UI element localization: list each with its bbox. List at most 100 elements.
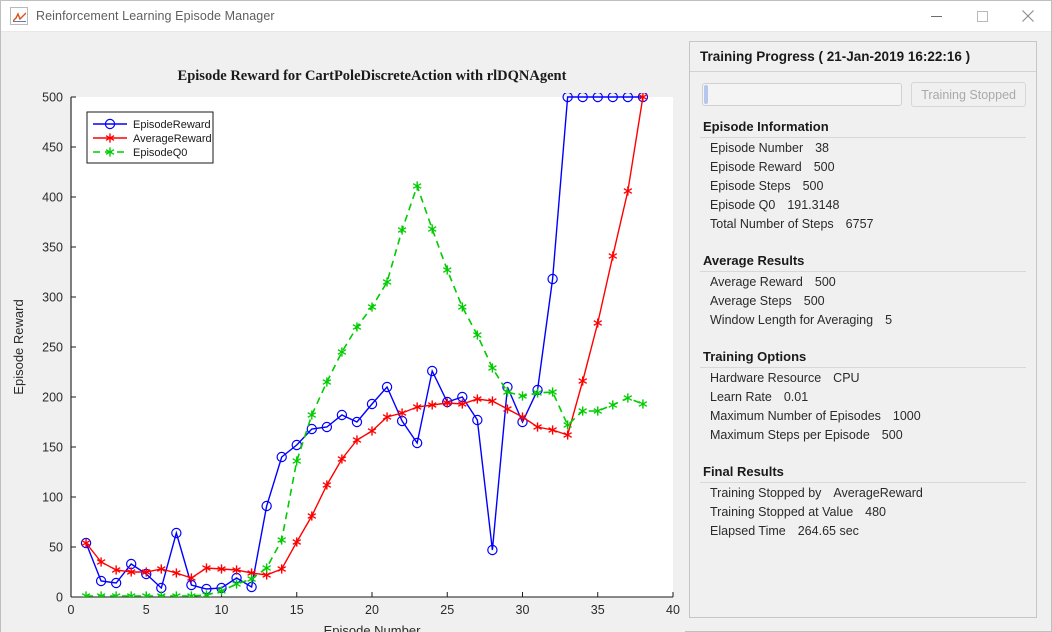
x-tick-label: 35 (591, 603, 605, 617)
window-controls (913, 1, 1051, 32)
info-key: Average Reward (710, 275, 803, 289)
episode-reward-plot: Episode Reward for CartPoleDiscreteActio… (1, 32, 685, 632)
section-title: Episode Information (700, 117, 1026, 138)
panel-section: Average Results Average Reward 500 Average … (700, 251, 1026, 329)
info-value: 500 (881, 428, 903, 442)
maximize-icon (976, 10, 988, 22)
y-tick-label: 200 (42, 391, 63, 405)
window-title: Reinforcement Learning Episode Manager (36, 9, 275, 23)
x-tick-label: 10 (215, 603, 229, 617)
info-value: 38 (815, 141, 830, 155)
info-value: 500 (802, 179, 824, 193)
training-progress-panel: Training Progress ( 21-Jan-2019 16:22:16… (689, 41, 1037, 618)
panel-sections: Episode Information Episode Number 38 Episo… (700, 117, 1026, 540)
chart-title: Episode Reward for CartPoleDiscreteActio… (178, 68, 567, 84)
info-row: Training Stopped by AverageReward (700, 483, 1026, 502)
legend-label-AverageReward: AverageReward (133, 133, 212, 145)
progress-row: Training Stopped (702, 82, 1026, 107)
panel-section: Final Results Training Stopped by AverageR… (700, 462, 1026, 540)
info-row: Window Length for Averaging 5 (700, 310, 1026, 329)
info-key: Maximum Number of Episodes (710, 409, 881, 423)
minimize-button[interactable] (913, 1, 959, 32)
x-tick-label: 5 (143, 603, 150, 617)
info-row: Elapsed Time 264.65 sec (700, 521, 1026, 540)
x-axis-label: Episode Number (324, 623, 421, 632)
info-row: Episode Reward 500 (700, 157, 1026, 176)
matlab-figure-icon (10, 7, 28, 25)
info-key: Window Length for Averaging (710, 313, 874, 327)
x-tick-label: 25 (440, 603, 454, 617)
x-tick-label: 30 (516, 603, 530, 617)
x-tick-label: 20 (365, 603, 379, 617)
maximize-button[interactable] (959, 1, 1005, 32)
info-value: 1000 (892, 409, 921, 423)
info-key: Average Steps (710, 294, 792, 308)
info-value: 480 (865, 505, 887, 519)
info-value: AverageReward (833, 486, 923, 500)
panel-section: Training Options Hardware Resource CPU Lear… (700, 347, 1026, 444)
info-row: Episode Number 38 (700, 138, 1026, 157)
info-value: 5 (885, 313, 893, 327)
info-key: Episode Reward (710, 160, 802, 174)
info-key: Maximum Steps per Episode (710, 428, 870, 442)
info-row: Total Number of Steps 6757 (700, 214, 1026, 233)
stop-training-button[interactable]: Training Stopped (911, 82, 1026, 107)
legend-label-EpisodeQ0: EpisodeQ0 (133, 147, 187, 159)
panel-header: Training Progress ( 21-Jan-2019 16:22:16… (690, 42, 1036, 72)
info-value: 500 (803, 294, 825, 308)
legend-label-EpisodeReward: EpisodeReward (133, 119, 211, 131)
info-key: Training Stopped by (710, 486, 822, 500)
training-chart: Episode Reward for CartPoleDiscreteActio… (1, 32, 685, 632)
info-value: CPU (833, 371, 860, 385)
y-tick-label: 150 (42, 441, 63, 455)
window-content: Episode Reward for CartPoleDiscreteActio… (1, 32, 1051, 632)
section-title: Training Options (700, 347, 1026, 368)
close-button[interactable] (1005, 1, 1051, 32)
info-key: Hardware Resource (710, 371, 822, 385)
matlab-figure-icon-glyph (13, 12, 26, 22)
info-row: Episode Q0 191.3148 (700, 195, 1026, 214)
info-value: 500 (813, 160, 835, 174)
axes-background (71, 97, 673, 597)
close-icon (1022, 10, 1034, 22)
info-row: Episode Steps 500 (700, 176, 1026, 195)
info-row: Training Stopped at Value 480 (700, 502, 1026, 521)
info-key: Episode Q0 (710, 198, 776, 212)
info-row: Hardware Resource CPU (700, 368, 1026, 387)
y-tick-label: 250 (42, 341, 63, 355)
info-value: 191.3148 (787, 198, 840, 212)
y-tick-label: 0 (56, 591, 63, 605)
y-axis-label: Episode Reward (11, 299, 26, 394)
panel-body: Training Stopped Episode Information Epis… (690, 72, 1036, 549)
x-tick-label: 0 (68, 603, 75, 617)
info-row: Average Steps 500 (700, 291, 1026, 310)
y-tick-label: 50 (49, 541, 63, 555)
info-value: 264.65 sec (797, 524, 859, 538)
progress-bar-fill (704, 85, 708, 104)
info-key: Training Stopped at Value (710, 505, 854, 519)
y-tick-label: 450 (42, 141, 63, 155)
info-row: Average Reward 500 (700, 272, 1026, 291)
y-tick-label: 500 (42, 91, 63, 105)
info-value: 0.01 (783, 390, 809, 404)
info-key: Learn Rate (710, 390, 772, 404)
y-tick-label: 100 (42, 491, 63, 505)
y-tick-label: 300 (42, 291, 63, 305)
info-key: Elapsed Time (710, 524, 786, 538)
info-row: Learn Rate 0.01 (700, 387, 1026, 406)
section-title: Average Results (700, 251, 1026, 272)
y-tick-label: 350 (42, 241, 63, 255)
info-value: 6757 (845, 217, 874, 231)
info-key: Episode Steps (710, 179, 791, 193)
info-key: Episode Number (710, 141, 804, 155)
app-window: Reinforcement Learning Episode Manager E… (0, 0, 1052, 632)
panel-section: Episode Information Episode Number 38 Episo… (700, 117, 1026, 233)
training-progress-bar (702, 83, 903, 106)
info-value: 500 (814, 275, 836, 289)
x-tick-label: 40 (666, 603, 680, 617)
x-tick-label: 15 (290, 603, 304, 617)
info-row: Maximum Number of Episodes 1000 (700, 406, 1026, 425)
